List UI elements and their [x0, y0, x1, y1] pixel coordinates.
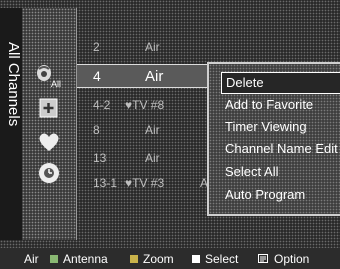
bottom-button-bar: Air Antenna Zoom Select Option [0, 248, 340, 269]
menu-item-auto-program[interactable]: Auto Program [221, 185, 340, 205]
select-square-icon [192, 255, 200, 263]
menu-item-channel-name-edit[interactable]: Channel Name Edit [221, 139, 340, 159]
channel-name: Air [145, 68, 164, 85]
channel-list-tab[interactable]: All Channels [0, 8, 22, 240]
programmed-clock-icon[interactable] [34, 160, 64, 186]
tools-icon [258, 254, 268, 263]
menu-item-timer-viewing[interactable]: Timer Viewing [221, 117, 340, 137]
channel-name: Air [145, 123, 160, 137]
channel-number: 13-1 [93, 176, 118, 190]
select-label: Select [205, 252, 239, 266]
zoom-button[interactable]: Zoom [130, 252, 174, 266]
antenna-button[interactable]: Antenna [50, 252, 108, 266]
favorite-heart-icon[interactable] [34, 129, 64, 155]
channel-number: 8 [93, 123, 100, 137]
channel-number: 2 [93, 40, 100, 54]
all-category-icon[interactable]: All [34, 63, 64, 89]
menu-item-label: Select All [225, 164, 279, 179]
select-button[interactable]: Select [192, 252, 238, 266]
source-label: Air [24, 252, 39, 266]
menu-item-label: Delete [226, 75, 264, 90]
channel-name: ♥TV #3 [125, 176, 165, 190]
channel-row[interactable]: 2 Air [77, 37, 340, 57]
menu-item-label: Channel Name Edit [225, 141, 338, 156]
menu-item-label: Auto Program [225, 187, 306, 202]
all-category-label: All [51, 79, 61, 89]
green-button-icon [50, 255, 58, 263]
menu-item-add-to-favorite[interactable]: Add to Favorite [221, 95, 340, 115]
channel-list-title: All Channels [5, 42, 22, 127]
channel-name: Air [145, 40, 160, 54]
option-label: Option [274, 252, 310, 266]
category-column: All [22, 8, 77, 240]
menu-item-delete[interactable]: Delete [221, 72, 340, 94]
added-channels-icon[interactable] [34, 96, 64, 122]
option-menu: Delete Add to Favorite Timer Viewing Cha… [207, 62, 340, 216]
zoom-label: Zoom [143, 252, 174, 266]
channel-name: ♥TV #8 [125, 98, 165, 112]
option-button[interactable]: Option [258, 252, 309, 266]
tv-screen: All Channels All 2 Air 4 Air 4-2 ♥TV #8 … [0, 0, 340, 269]
channel-number: 13 [93, 151, 107, 165]
menu-item-select-all[interactable]: Select All [221, 162, 340, 182]
yellow-button-icon [130, 255, 138, 263]
menu-item-label: Add to Favorite [225, 97, 314, 112]
channel-number: 4-2 [93, 98, 111, 112]
menu-item-label: Timer Viewing [225, 119, 307, 134]
channel-name: Air [145, 151, 160, 165]
channel-number: 4 [93, 68, 101, 84]
antenna-label: Antenna [63, 252, 108, 266]
